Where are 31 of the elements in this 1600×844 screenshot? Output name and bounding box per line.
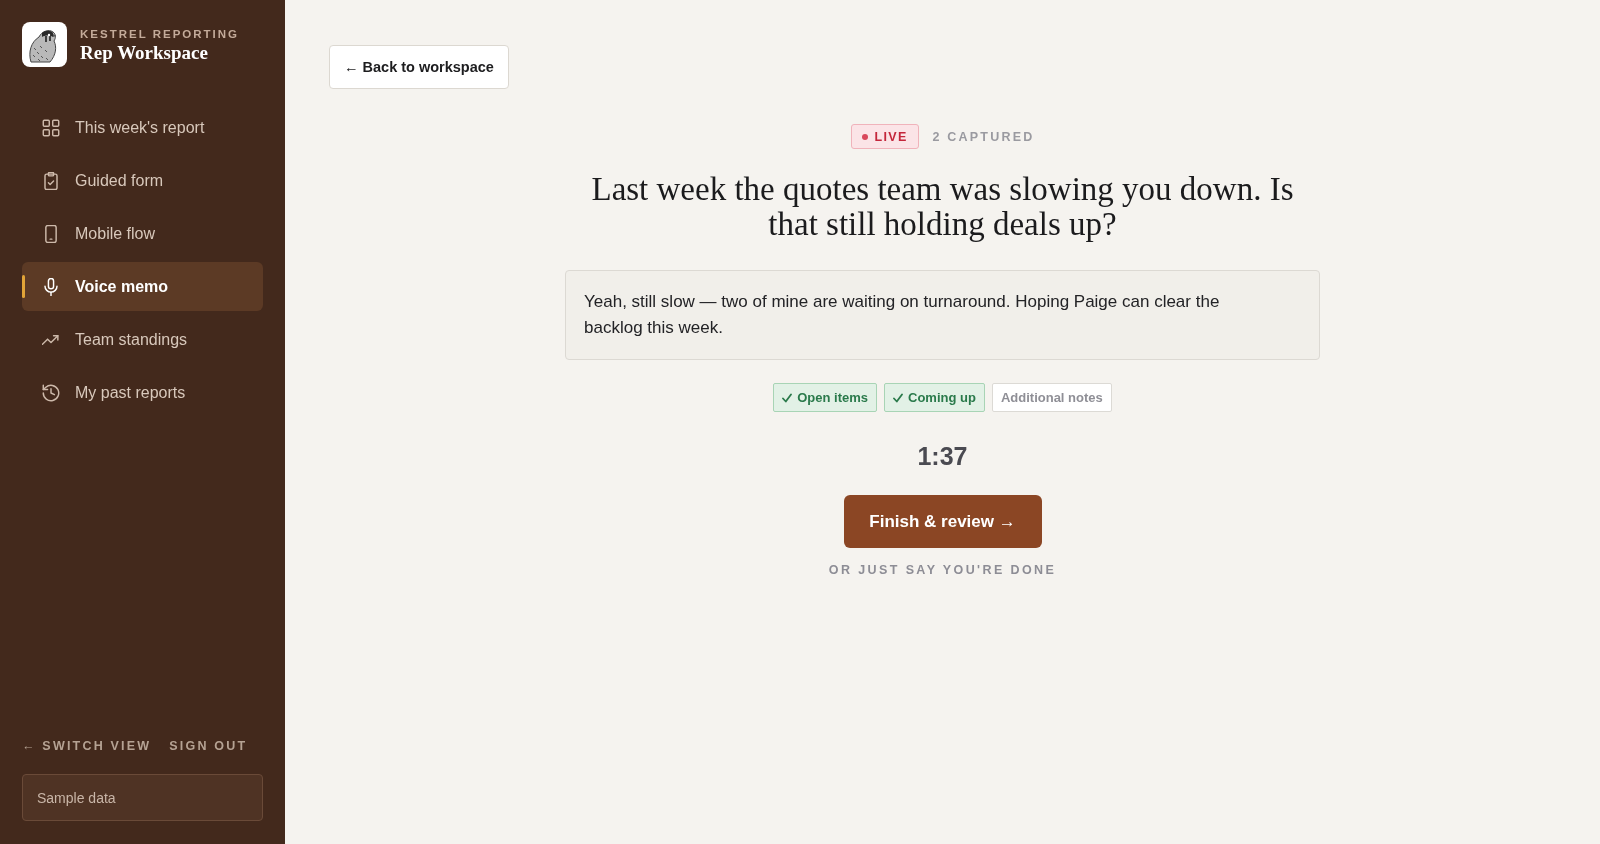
section-label: Additional notes <box>1000 390 1103 405</box>
transcript-text: Yeah, still slow — two of mine are waiting on turnaround. Hoping Paige can clear the backlog this week. <box>584 292 1220 337</box>
clipboard-check-icon <box>42 171 60 190</box>
captured-count: 2 CAPTURED <box>932 129 1035 144</box>
footer-link[interactable]: ← SWITCH VIEW <box>22 738 152 754</box>
microphone-icon <box>42 277 60 296</box>
brand-eyebrow: KESTREL REPORTING <box>80 26 240 42</box>
live-dot-icon <box>861 133 868 140</box>
bird-logo-icon <box>22 22 67 67</box>
nav-item[interactable]: Voice memo <box>22 262 263 311</box>
history-icon <box>42 383 60 402</box>
done-hint: OR JUST SAY YOU'RE DONE <box>828 562 1057 578</box>
recording-timer: 1:37 <box>917 441 968 471</box>
question-heading: Last week the quotes team was slowing you down. Is that still holding deals up? <box>590 172 1295 242</box>
nav-item[interactable]: My past reports <box>22 368 263 417</box>
live-label: LIVE <box>874 129 908 144</box>
section-label: Open items <box>797 390 869 405</box>
section-label: Coming up <box>908 390 976 405</box>
nav-item[interactable]: Team standings <box>22 315 263 364</box>
back-button[interactable]: ← Back to workspace <box>329 45 509 89</box>
footer-link[interactable]: SIGN OUT <box>169 738 248 754</box>
brand-title: Rep Workspace <box>80 41 209 64</box>
nav-item[interactable]: This week's report <box>22 103 263 152</box>
check-icon <box>782 392 793 403</box>
check-icon <box>893 392 904 403</box>
grid-icon <box>42 118 60 137</box>
nav-item[interactable]: Mobile flow <box>22 209 263 258</box>
phone-icon <box>42 224 60 243</box>
nav-item[interactable]: Guided form <box>22 156 263 205</box>
data-source-select[interactable]: Sample data <box>22 774 263 821</box>
finish-review-button[interactable]: Finish & review → <box>843 495 1042 548</box>
